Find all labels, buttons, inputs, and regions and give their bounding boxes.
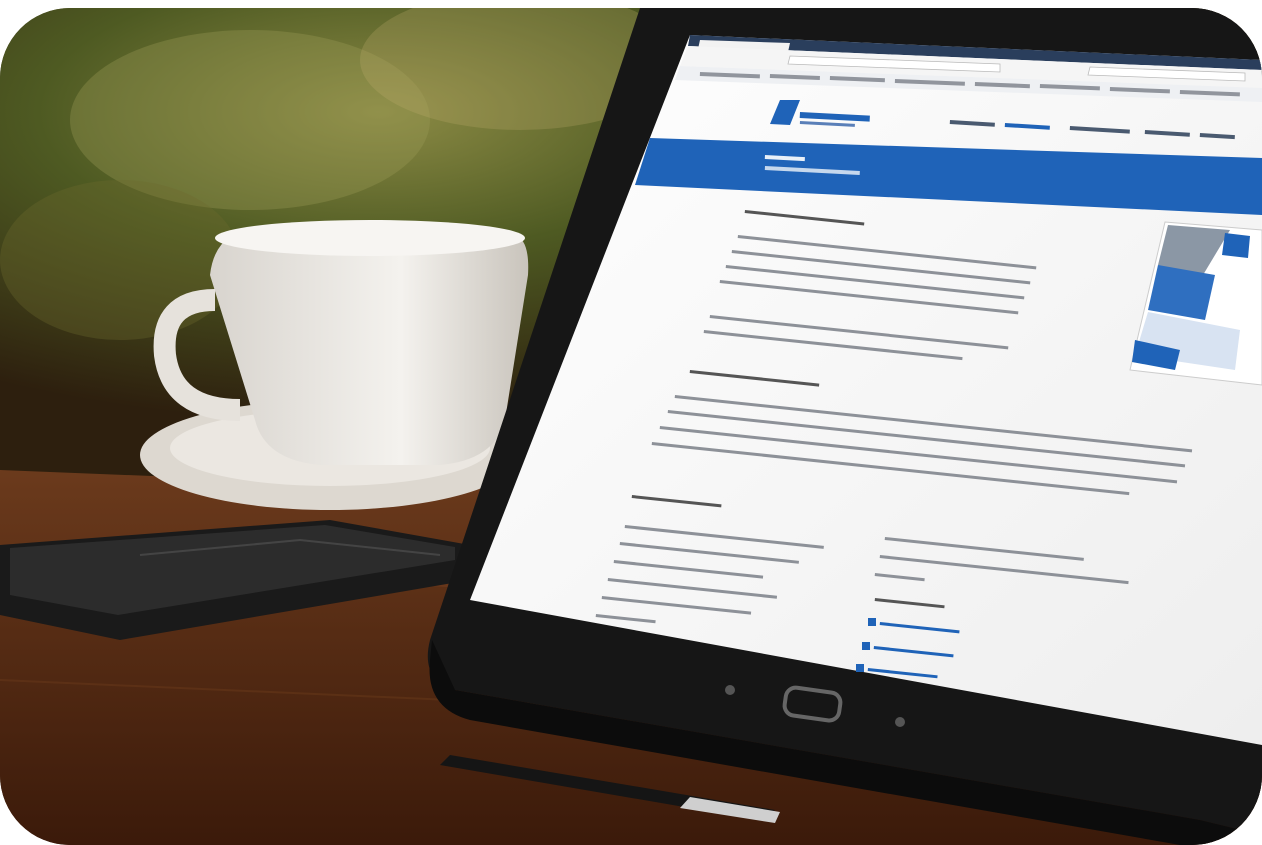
- bokeh-light: [0, 180, 240, 340]
- mail-icon: [856, 664, 864, 672]
- fax-icon: [862, 642, 870, 650]
- photo-scene: [0, 8, 1262, 845]
- phone-icon: [868, 618, 876, 626]
- back-button-icon: [725, 685, 735, 695]
- recent-apps-icon: [895, 717, 905, 727]
- scene-svg: [0, 8, 1262, 845]
